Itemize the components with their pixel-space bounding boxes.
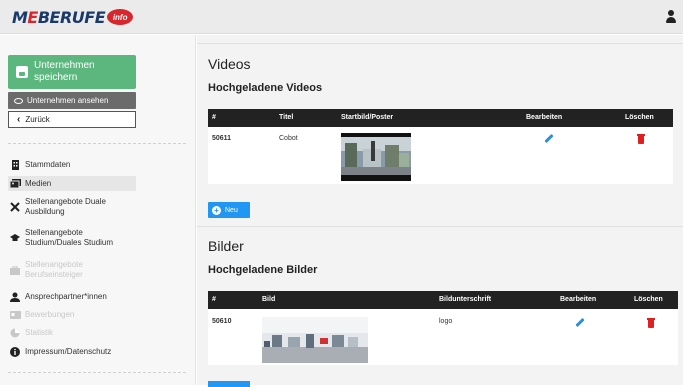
sidebar-item-stammdaten[interactable]: Stammdaten — [8, 158, 136, 172]
videos-table-header: # Titel Startbild/Poster Bearbeiten Lösc… — [208, 109, 673, 127]
row-id: 50611 — [212, 135, 232, 142]
sidebar-item-duale-ausbildung[interactable]: Stellenangebote Duale Ausbildung — [8, 196, 136, 218]
column-header: Löschen — [625, 114, 654, 121]
eye-icon — [14, 97, 23, 104]
column-header: Bearbeiten — [526, 114, 563, 121]
user-icon — [8, 292, 22, 302]
delete-button[interactable] — [637, 134, 645, 144]
sidebar-item-statistik: Statistik — [8, 326, 136, 340]
sidebar-item-label: Ansprechpartner*innen — [25, 292, 107, 301]
plus-circle-icon: + — [212, 205, 221, 215]
top-bar: MEBERUFE info — [0, 0, 683, 34]
logo-badge: info — [107, 9, 134, 25]
divider — [197, 43, 683, 44]
back-label: Zurück — [25, 115, 50, 124]
column-header: Titel — [279, 114, 294, 121]
sidebar-item-medien[interactable]: Medien — [8, 176, 136, 191]
sidebar-item-label: Medien — [25, 178, 52, 188]
view-company-label: Unternehmen ansehen — [27, 96, 109, 105]
sidebar-item-label: Stammdaten — [25, 160, 71, 169]
sidebar-item-label: Stellenangebote Duale Ausbildung — [25, 197, 106, 216]
row-caption: logo — [439, 318, 453, 325]
id-card-icon — [8, 311, 22, 319]
column-header: Bild — [262, 296, 276, 303]
delete-button[interactable] — [647, 318, 655, 328]
image-thumbnail[interactable] — [262, 317, 368, 363]
sidebar: Unternehmen speichern Unternehmen ansehe… — [0, 35, 196, 385]
sidebar-item-ansprechpartner[interactable]: Ansprechpartner*innen — [8, 290, 136, 304]
save-company-button[interactable]: Unternehmen speichern — [8, 55, 136, 89]
pencil-icon — [575, 317, 585, 328]
table-row: 50611 Cobot — [208, 127, 673, 184]
edit-button[interactable] — [544, 133, 554, 144]
row-title: Cobot — [279, 135, 298, 142]
sidebar-item-label: Stellenangebote Berufseinsteiger — [25, 260, 83, 279]
info-icon — [8, 347, 22, 357]
chart-icon — [8, 328, 22, 338]
trash-icon — [647, 318, 655, 328]
trash-icon — [637, 134, 645, 144]
sidebar-item-label: Stellenangebote Studium/Duales Studium — [25, 228, 114, 247]
table-row: 50610 logo — [208, 309, 678, 365]
sidebar-item-berufseinsteiger: Stellenangebote Berufseinsteiger — [8, 259, 136, 281]
column-header: # — [212, 296, 216, 303]
graduation-cap-icon — [8, 234, 22, 242]
chevron-left-icon: ‹ — [17, 114, 21, 125]
divider — [8, 372, 186, 373]
tools-icon — [8, 202, 22, 212]
images-subheading: Hochgeladene Bilder — [208, 264, 318, 276]
column-header: Löschen — [634, 296, 663, 303]
logo-text: MEBERUFE — [12, 7, 106, 27]
sidebar-item-label: Bewerbungen — [25, 310, 75, 319]
edit-button[interactable] — [575, 317, 585, 328]
sidebar-item-label: Statistik — [25, 328, 54, 337]
pencil-icon — [544, 133, 554, 144]
images-table-header: # Bild Bildunterschrift Bearbeiten Lösch… — [208, 291, 678, 309]
new-video-button[interactable]: + Neu — [208, 202, 250, 218]
photo-icon — [8, 179, 22, 188]
sidebar-item-label: Impressum/Datenschutz — [25, 347, 112, 356]
view-company-button[interactable]: Unternehmen ansehen — [8, 92, 136, 109]
divider — [8, 143, 186, 144]
main-content: Videos Hochgeladene Videos # Titel Start… — [197, 35, 683, 387]
back-button[interactable]: ‹ Zurück — [8, 111, 136, 128]
floppy-disk-icon — [16, 66, 28, 78]
row-id: 50610 — [212, 318, 232, 325]
user-icon[interactable] — [665, 10, 677, 24]
column-header: Bildunterschrift — [439, 296, 492, 303]
sidebar-item-bewerbungen: Bewerbungen — [8, 308, 136, 322]
images-heading: Bilder — [208, 238, 244, 254]
save-company-label: Unternehmen speichern — [34, 60, 95, 83]
building-icon — [8, 160, 22, 170]
briefcase-icon — [8, 265, 22, 275]
videos-heading: Videos — [208, 56, 251, 72]
column-header: # — [212, 114, 216, 121]
new-image-button[interactable] — [208, 381, 250, 387]
column-header: Bearbeiten — [560, 296, 597, 303]
logo[interactable]: MEBERUFE info — [12, 7, 134, 27]
column-header: Startbild/Poster — [341, 114, 394, 121]
video-poster-thumbnail[interactable] — [341, 133, 411, 181]
divider — [197, 226, 683, 227]
sidebar-item-studium[interactable]: Stellenangebote Studium/Duales Studium — [8, 227, 136, 249]
sidebar-item-impressum[interactable]: Impressum/Datenschutz — [8, 345, 136, 359]
videos-subheading: Hochgeladene Videos — [208, 82, 323, 94]
new-video-label: Neu — [225, 206, 238, 214]
